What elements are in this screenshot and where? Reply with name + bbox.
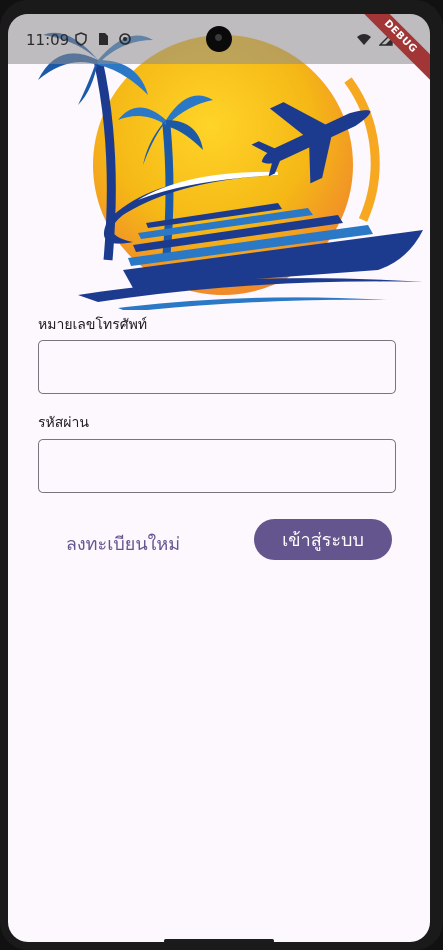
- phone-frame: 11:09 DEBUG หมายเลขโทรศัพท์ รหัสผ่าน ลงท…: [0, 0, 443, 950]
- wifi-icon: [357, 34, 371, 45]
- phone-input[interactable]: [38, 340, 396, 394]
- register-button[interactable]: ลงทะเบียนใหม่: [38, 522, 208, 566]
- sync-icon: [119, 33, 131, 45]
- login-button[interactable]: เข้าสู่ระบบ: [254, 519, 392, 560]
- shield-icon: [75, 32, 87, 46]
- password-input[interactable]: [38, 439, 396, 493]
- phone-label: หมายเลขโทรศัพท์: [38, 317, 148, 333]
- sim-card-icon: [99, 33, 108, 45]
- front-camera: [206, 26, 232, 52]
- status-time: 11:09: [26, 31, 70, 49]
- home-indicator[interactable]: [164, 939, 274, 942]
- status-icons-left: [74, 32, 132, 46]
- password-label: รหัสผ่าน: [38, 415, 89, 431]
- wave-shape-2: [118, 297, 388, 310]
- app-screen: 11:09 DEBUG หมายเลขโทรศัพท์ รหัสผ่าน ลงท…: [8, 14, 430, 942]
